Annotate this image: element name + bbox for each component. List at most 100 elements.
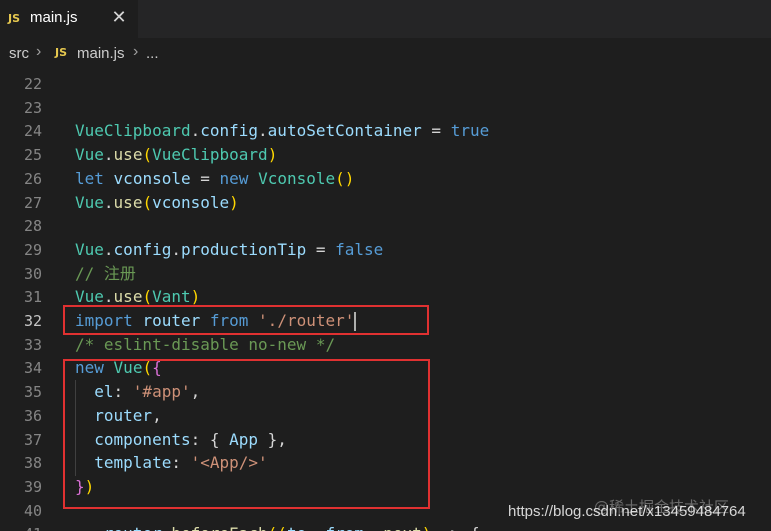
code-token: VueClipboard xyxy=(75,121,191,141)
code-line[interactable]: 28 xyxy=(0,214,771,238)
code-token: . xyxy=(103,239,114,259)
line-number: 25 xyxy=(23,146,42,165)
code-token: Vue xyxy=(75,287,104,307)
line-number: 23 xyxy=(23,98,42,117)
code-token: . xyxy=(103,145,114,165)
code-token: new xyxy=(219,168,249,188)
code-token: Vue xyxy=(75,239,104,259)
code-token: ) xyxy=(229,192,239,212)
watermark-url: https://blog.csdn.net/x13459484764 xyxy=(508,503,746,520)
code-token: beforeEach xyxy=(171,524,267,531)
code-token: ) xyxy=(190,287,201,307)
code-text: Vue.use(VueClipboard) xyxy=(75,143,277,167)
code-token: to xyxy=(287,524,306,531)
line-number: 26 xyxy=(23,169,42,188)
code-token: , xyxy=(306,524,325,531)
code-line[interactable]: 33 /* eslint-disable no-new */ xyxy=(0,333,771,357)
code-token: ( xyxy=(142,287,153,307)
line-number: 38 xyxy=(23,454,42,473)
line-number: 27 xyxy=(23,193,42,212)
line-number: 22 xyxy=(23,75,42,93)
code-token: . xyxy=(171,239,181,259)
code-token: Vant xyxy=(152,287,191,307)
code-token: () xyxy=(335,168,355,188)
code-token: use xyxy=(113,287,143,307)
code-token: ( xyxy=(142,145,153,165)
code-token: /* eslint-disable no-new */ xyxy=(75,334,336,354)
code-token: . xyxy=(103,287,114,307)
code-line[interactable]: 25 Vue.use(VueClipboard) xyxy=(0,143,771,167)
code-token: ) xyxy=(422,524,432,531)
code-token: Vue xyxy=(75,192,104,212)
line-number: 37 xyxy=(23,430,42,449)
code-text: VueClipboard.config.autoSetContainer = t… xyxy=(75,119,489,143)
line-number: 31 xyxy=(23,288,42,307)
code-token: next xyxy=(383,524,422,531)
line-number: 41 xyxy=(0,522,42,531)
code-line[interactable]: 23 xyxy=(0,96,771,120)
code-token: VueClipboard xyxy=(152,145,268,165)
js-file-icon: JS xyxy=(8,12,21,25)
tab-bar: JS main.js ✕ xyxy=(0,0,771,38)
code-token: from xyxy=(325,524,364,531)
code-text: Vue.config.productionTip = false xyxy=(75,238,383,262)
code-line[interactable]: 26 let vconsole = new Vconsole() xyxy=(0,167,771,191)
code-token: vconsole xyxy=(152,192,230,212)
code-line[interactable]: 22 xyxy=(0,72,771,96)
line-number: 40 xyxy=(23,501,42,520)
line-number: 28 xyxy=(23,217,42,236)
code-token: ( xyxy=(142,192,153,212)
line-number: 34 xyxy=(23,359,42,378)
breadcrumb: src › JS main.js › ... xyxy=(0,38,771,68)
line-number: 32 xyxy=(23,312,42,330)
code-text: router.beforeEach((to, from, next) => { xyxy=(75,522,480,531)
code-token: . xyxy=(258,121,268,141)
code-token: = xyxy=(306,239,336,259)
code-token: true xyxy=(450,121,490,141)
code-token: autoSetContainer xyxy=(267,121,422,141)
line-number: 24 xyxy=(23,122,42,141)
code-line[interactable]: 30 // 注册 xyxy=(0,262,771,286)
breadcrumb-more[interactable]: ... xyxy=(146,45,159,62)
tab-main-js[interactable]: JS main.js ✕ xyxy=(0,0,138,38)
close-icon[interactable]: ✕ xyxy=(108,6,130,30)
code-token: (( xyxy=(268,524,287,531)
code-line[interactable]: 27 Vue.use(vconsole) xyxy=(0,191,771,215)
code-token: . xyxy=(190,121,201,141)
code-token: vconsole xyxy=(113,168,191,188)
code-token: = xyxy=(190,168,220,188)
line-number: 33 xyxy=(23,335,42,354)
line-number: 30 xyxy=(23,264,42,283)
code-token: false xyxy=(335,239,384,259)
highlight-box-import xyxy=(63,305,429,335)
breadcrumb-file[interactable]: main.js xyxy=(77,45,125,62)
code-line[interactable]: 29 Vue.config.productionTip = false xyxy=(0,238,771,262)
code-token: config xyxy=(200,121,259,141)
code-text: Vue.use(vconsole) xyxy=(75,191,239,215)
code-token: . xyxy=(103,192,114,212)
code-token: , xyxy=(364,524,383,531)
code-line[interactable]: 41 router.beforeEach((to, from, next) =>… xyxy=(0,522,771,531)
code-line[interactable]: 24 VueClipboard.config.autoSetContainer =… xyxy=(0,119,771,143)
code-token: Vue xyxy=(75,145,104,165)
code-token: . xyxy=(162,524,172,531)
code-token: use xyxy=(113,192,143,212)
code-token: router xyxy=(104,524,162,531)
code-token: config xyxy=(113,239,172,259)
code-token: ) xyxy=(267,145,278,165)
code-text: /* eslint-disable no-new */ xyxy=(75,333,335,357)
code-token: Vconsole xyxy=(258,168,336,188)
code-token: => { xyxy=(431,524,480,531)
code-token: = xyxy=(421,121,451,141)
tab-title: main.js xyxy=(30,9,78,26)
js-file-icon: JS xyxy=(55,46,68,59)
code-token: productionTip xyxy=(180,239,307,259)
line-number: 39 xyxy=(23,477,42,496)
code-text: let vconsole = new Vconsole() xyxy=(75,167,354,191)
line-number: 29 xyxy=(23,240,42,259)
code-token: let xyxy=(75,168,104,188)
breadcrumb-folder-src[interactable]: src xyxy=(9,45,29,62)
